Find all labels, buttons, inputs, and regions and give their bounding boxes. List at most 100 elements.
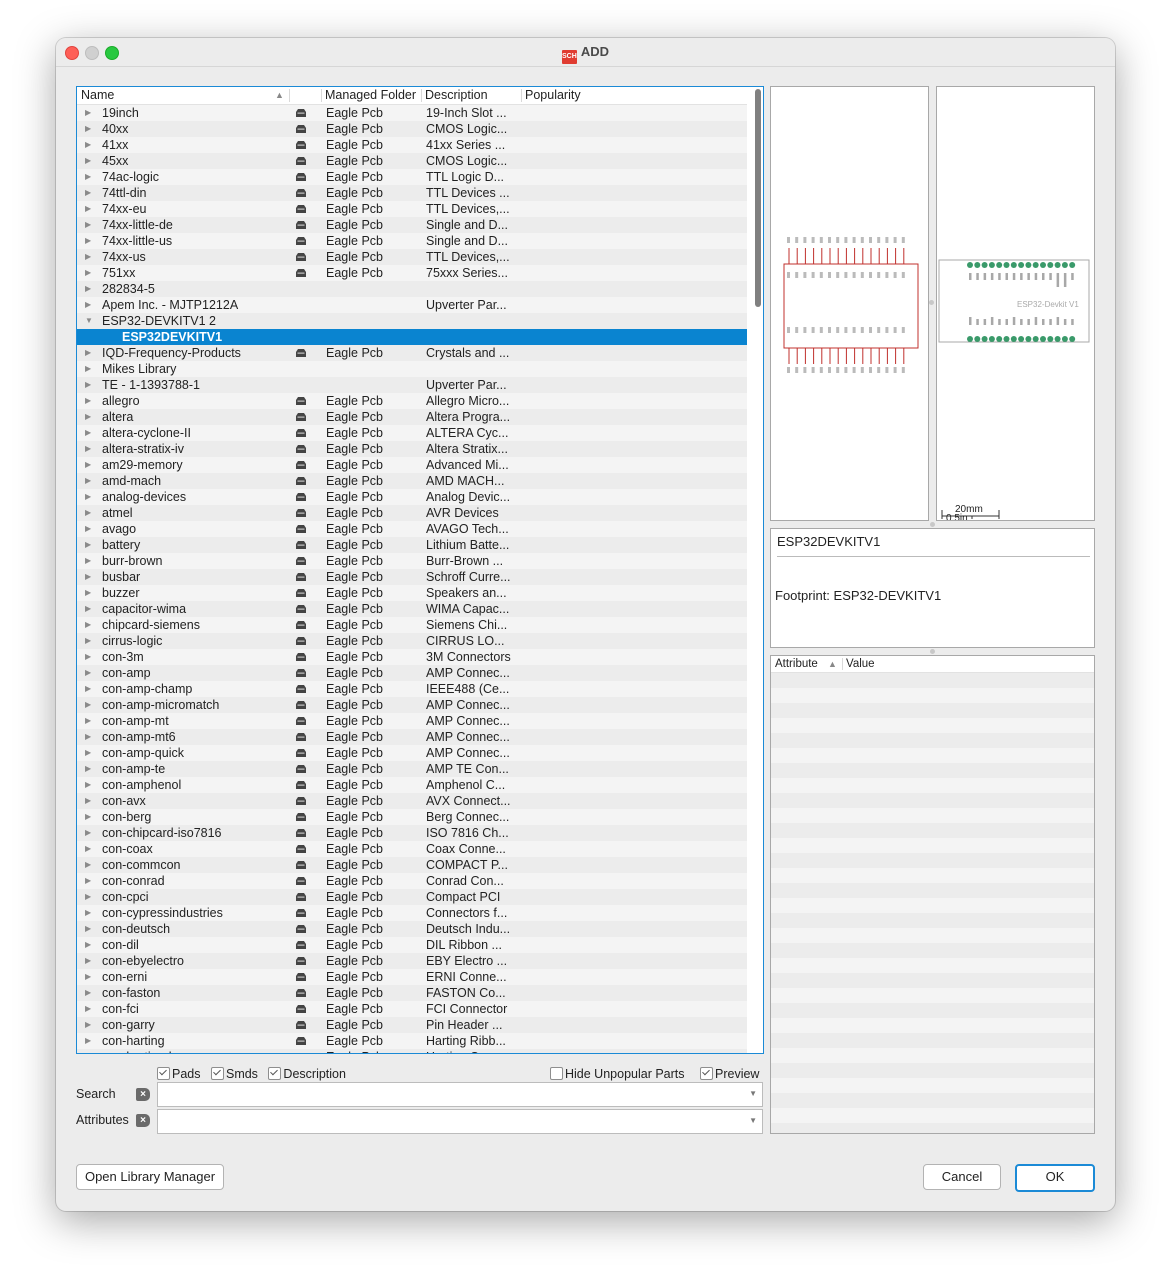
table-row[interactable]: ▶ con-cypressindustries Eagle Pcb Connector… xyxy=(77,905,747,921)
column-header-attribute[interactable]: Attribute xyxy=(775,656,818,672)
table-row[interactable]: ▶ con-cpci Eagle Pcb Compact PCI xyxy=(77,889,747,905)
disclosure-collapsed-icon[interactable]: ▶ xyxy=(85,905,91,921)
table-row[interactable]: ▶ con-amp-quick Eagle Pcb AMP Connec... xyxy=(77,745,747,761)
table-row[interactable]: ▶ allegro Eagle Pcb Allegro Micro... xyxy=(77,393,747,409)
disclosure-collapsed-icon[interactable]: ▶ xyxy=(85,217,91,233)
search-dropdown-icon[interactable]: ▼ xyxy=(749,1089,757,1098)
table-row[interactable]: ▶ 282834-5 xyxy=(77,281,747,297)
disclosure-collapsed-icon[interactable]: ▶ xyxy=(85,825,91,841)
disclosure-collapsed-icon[interactable]: ▶ xyxy=(85,441,91,457)
pads-checkbox[interactable]: Pads xyxy=(157,1067,201,1081)
hide-unpopular-checkbox[interactable]: Hide Unpopular Parts xyxy=(550,1067,685,1081)
column-header-description[interactable]: Description xyxy=(425,88,488,103)
table-row[interactable]: ▶ con-garry Eagle Pcb Pin Header ... xyxy=(77,1017,747,1033)
column-header-popularity[interactable]: Popularity xyxy=(525,88,581,103)
disclosure-collapsed-icon[interactable]: ▶ xyxy=(85,297,91,313)
table-row[interactable]: ▶ con-amp-mt Eagle Pcb AMP Connec... xyxy=(77,713,747,729)
disclosure-collapsed-icon[interactable]: ▶ xyxy=(85,681,91,697)
disclosure-collapsed-icon[interactable]: ▶ xyxy=(85,505,91,521)
table-row[interactable]: ▶ analog-devices Eagle Pcb Analog Devic... xyxy=(77,489,747,505)
disclosure-collapsed-icon[interactable]: ▶ xyxy=(85,729,91,745)
table-row[interactable]: ▶ am29-memory Eagle Pcb Advanced Mi... xyxy=(77,457,747,473)
disclosure-collapsed-icon[interactable]: ▶ xyxy=(85,713,91,729)
table-row[interactable]: ▶ con-berg Eagle Pcb Berg Connec... xyxy=(77,809,747,825)
ok-button[interactable]: OK xyxy=(1015,1164,1095,1192)
table-row[interactable]: ▶ 74ac-logic Eagle Pcb TTL Logic D... xyxy=(77,169,747,185)
column-header-value[interactable]: Value xyxy=(846,656,875,672)
disclosure-collapsed-icon[interactable]: ▶ xyxy=(85,777,91,793)
disclosure-collapsed-icon[interactable]: ▶ xyxy=(85,473,91,489)
disclosure-collapsed-icon[interactable]: ▶ xyxy=(85,601,91,617)
disclosure-collapsed-icon[interactable]: ▶ xyxy=(85,633,91,649)
table-row[interactable]: ▶ TE - 1-1393788-1 Upverter Par... xyxy=(77,377,747,393)
disclosure-collapsed-icon[interactable]: ▶ xyxy=(85,521,91,537)
attributes-dropdown-icon[interactable]: ▼ xyxy=(749,1116,757,1125)
table-row[interactable]: ▶ con-erni Eagle Pcb ERNI Conne... xyxy=(77,969,747,985)
cancel-button[interactable]: Cancel xyxy=(923,1164,1001,1190)
disclosure-collapsed-icon[interactable]: ▶ xyxy=(85,1049,91,1053)
table-row[interactable]: ▶ con-amp-mt6 Eagle Pcb AMP Connec... xyxy=(77,729,747,745)
disclosure-collapsed-icon[interactable]: ▶ xyxy=(85,873,91,889)
table-row[interactable]: ▼ ESP32-DEVKITV1 2 xyxy=(77,313,747,329)
table-row[interactable]: ▶ con-conrad Eagle Pcb Conrad Con... xyxy=(77,873,747,889)
disclosure-collapsed-icon[interactable]: ▶ xyxy=(85,569,91,585)
disclosure-collapsed-icon[interactable]: ▶ xyxy=(85,169,91,185)
disclosure-collapsed-icon[interactable]: ▶ xyxy=(85,105,91,121)
disclosure-collapsed-icon[interactable]: ▶ xyxy=(85,665,91,681)
disclosure-collapsed-icon[interactable]: ▶ xyxy=(85,537,91,553)
disclosure-collapsed-icon[interactable]: ▶ xyxy=(85,1033,91,1049)
description-checkbox[interactable]: Description xyxy=(268,1067,346,1081)
disclosure-collapsed-icon[interactable]: ▶ xyxy=(85,761,91,777)
table-row[interactable]: ▶ busbar Eagle Pcb Schroff Curre... xyxy=(77,569,747,585)
disclosure-collapsed-icon[interactable]: ▶ xyxy=(85,985,91,1001)
table-row[interactable]: ▶ 41xx Eagle Pcb 41xx Series ... xyxy=(77,137,747,153)
disclosure-collapsed-icon[interactable]: ▶ xyxy=(85,745,91,761)
disclosure-collapsed-icon[interactable]: ▶ xyxy=(85,345,91,361)
disclosure-collapsed-icon[interactable]: ▶ xyxy=(85,649,91,665)
table-row[interactable]: ▶ con-deutsch Eagle Pcb Deutsch Indu... xyxy=(77,921,747,937)
table-row[interactable]: ▶ amd-mach Eagle Pcb AMD MACH... xyxy=(77,473,747,489)
vertical-splitter-handle[interactable] xyxy=(929,300,934,305)
disclosure-collapsed-icon[interactable]: ▶ xyxy=(85,969,91,985)
table-row[interactable]: ▶ con-amphenol Eagle Pcb Amphenol C... xyxy=(77,777,747,793)
disclosure-collapsed-icon[interactable]: ▶ xyxy=(85,185,91,201)
disclosure-collapsed-icon[interactable]: ▶ xyxy=(85,409,91,425)
disclosure-collapsed-icon[interactable]: ▶ xyxy=(85,793,91,809)
table-row[interactable]: ▶ 74ttl-din Eagle Pcb TTL Devices ... xyxy=(77,185,747,201)
disclosure-collapsed-icon[interactable]: ▶ xyxy=(85,265,91,281)
table-row[interactable]: ESP32DEVKITV1 xyxy=(77,329,747,345)
library-table[interactable]: Name ▲ Managed Folder Description Popula… xyxy=(76,86,764,1054)
description-checkbox-box[interactable] xyxy=(268,1067,282,1080)
table-row[interactable]: ▶ 45xx Eagle Pcb CMOS Logic... xyxy=(77,153,747,169)
disclosure-collapsed-icon[interactable]: ▶ xyxy=(85,889,91,905)
table-row[interactable]: ▶ 74xx-us Eagle Pcb TTL Devices,... xyxy=(77,249,747,265)
disclosure-expanded-icon[interactable]: ▼ xyxy=(85,313,93,329)
table-row[interactable]: ▶ con-coax Eagle Pcb Coax Conne... xyxy=(77,841,747,857)
pads-checkbox-box[interactable] xyxy=(157,1067,170,1080)
disclosure-collapsed-icon[interactable]: ▶ xyxy=(85,937,91,953)
table-row[interactable]: ▶ Mikes Library xyxy=(77,361,747,377)
table-row[interactable]: ▶ con-fci Eagle Pcb FCI Connector xyxy=(77,1001,747,1017)
preview-checkbox[interactable]: Preview xyxy=(700,1067,759,1081)
hide-unpopular-checkbox-box[interactable] xyxy=(550,1067,563,1080)
disclosure-collapsed-icon[interactable]: ▶ xyxy=(85,361,91,377)
table-row[interactable]: ▶ con-amp-te Eagle Pcb AMP TE Con... xyxy=(77,761,747,777)
table-row[interactable]: ▶ con-harting Eagle Pcb Harting Ribb... xyxy=(77,1033,747,1049)
table-row[interactable]: ▶ con-3m Eagle Pcb 3M Connectors xyxy=(77,649,747,665)
column-header-managed[interactable] xyxy=(291,88,319,103)
disclosure-collapsed-icon[interactable]: ▶ xyxy=(85,1017,91,1033)
table-row[interactable]: ▶ 40xx Eagle Pcb CMOS Logic... xyxy=(77,121,747,137)
disclosure-collapsed-icon[interactable]: ▶ xyxy=(85,489,91,505)
table-row[interactable]: ▶ chipcard-siemens Eagle Pcb Siemens Chi... xyxy=(77,617,747,633)
table-row[interactable]: ▶ con-amp-champ Eagle Pcb IEEE488 (Ce... xyxy=(77,681,747,697)
attributes-input[interactable]: ▼ xyxy=(157,1109,763,1134)
disclosure-collapsed-icon[interactable]: ▶ xyxy=(85,585,91,601)
table-row[interactable]: ▶ con-dil Eagle Pcb DIL Ribbon ... xyxy=(77,937,747,953)
column-header-managed-folder[interactable]: Managed Folder xyxy=(325,88,419,103)
disclosure-collapsed-icon[interactable]: ▶ xyxy=(85,121,91,137)
table-row[interactable]: ▶ con-amp-micromatch Eagle Pcb AMP Connec..… xyxy=(77,697,747,713)
table-row[interactable]: ▶ IQD-Frequency-Products Eagle Pcb Crystals… xyxy=(77,345,747,361)
table-row[interactable]: ▶ cirrus-logic Eagle Pcb CIRRUS LO... xyxy=(77,633,747,649)
table-row[interactable]: ▶ altera Eagle Pcb Altera Progra... xyxy=(77,409,747,425)
table-row[interactable]: ▶ con-harting-h Eagle Pcb Harting C... xyxy=(77,1049,747,1053)
